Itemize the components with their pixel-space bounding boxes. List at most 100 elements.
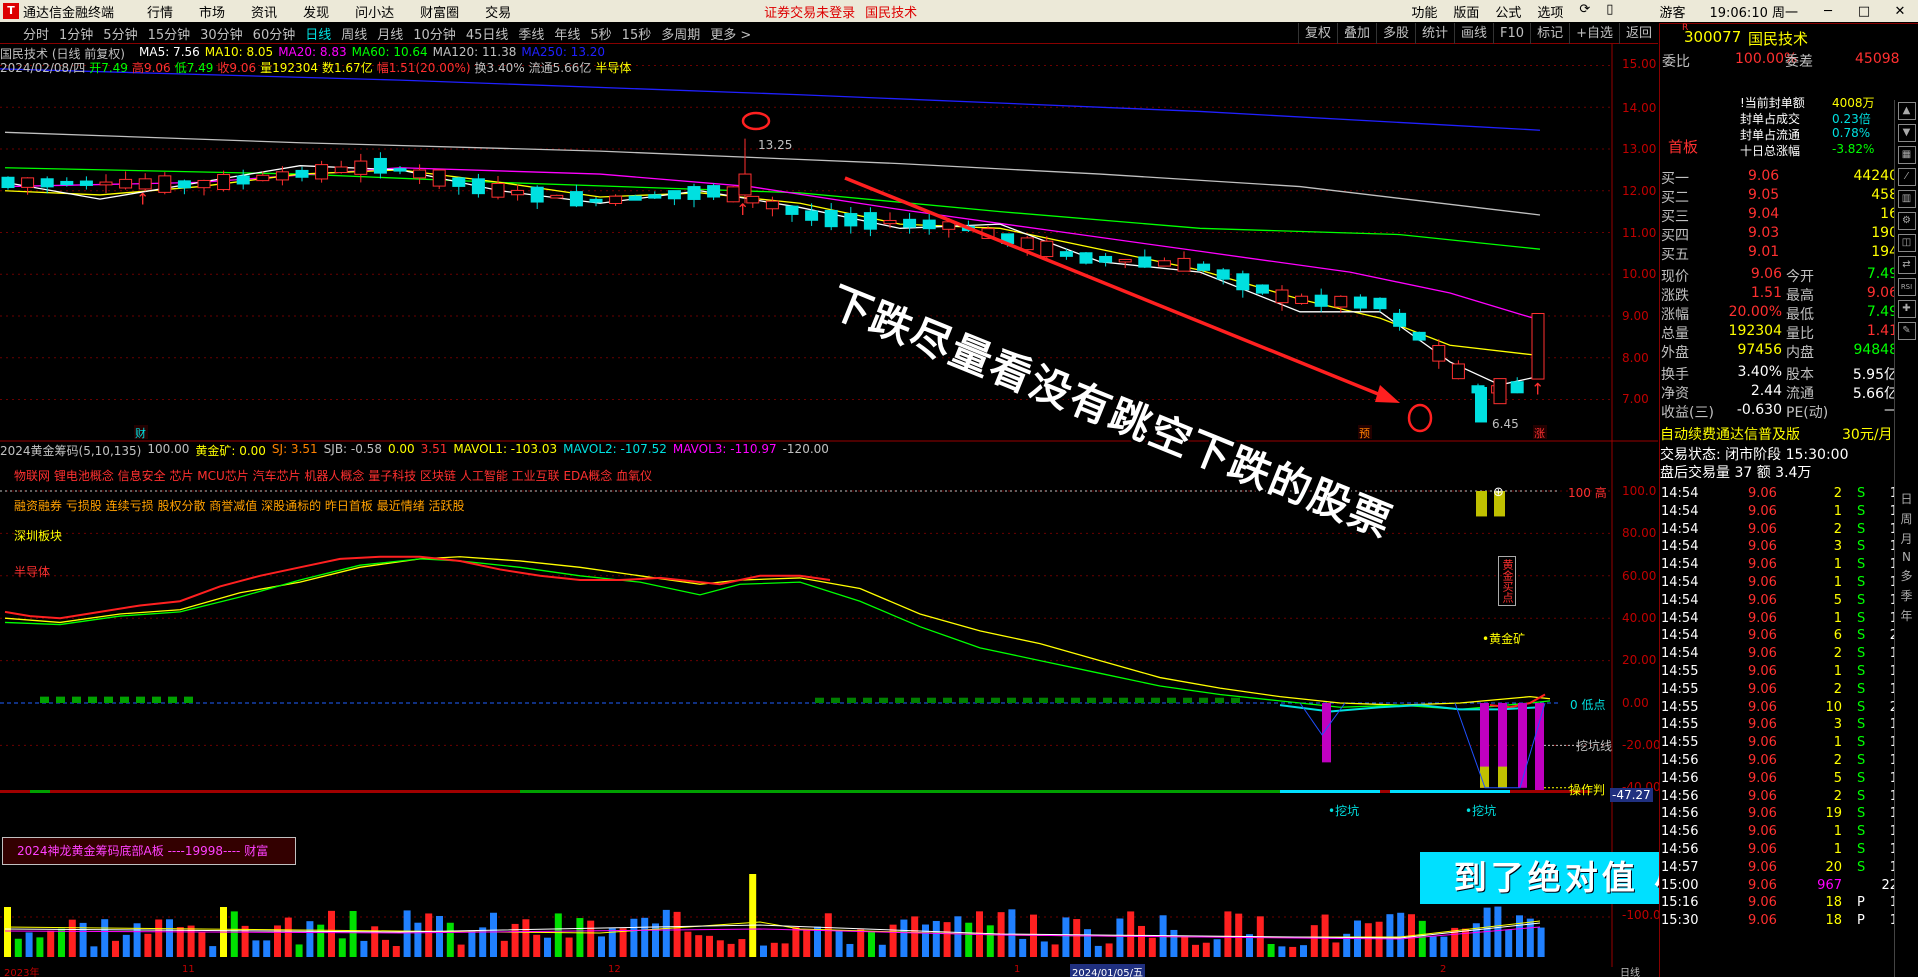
ad-row[interactable]: 自动续费通达信普及版 30元/月 <box>1660 424 1900 443</box>
region-plate[interactable]: 深圳板块 <box>14 527 62 544</box>
nav-down-icon[interactable]: ▼ <box>1897 124 1916 142</box>
concept-plates[interactable]: 物联网 锂电池概念 信息安全 芯片 MCU芯片 汽车芯片 机器人概念 量子科技 … <box>14 467 652 484</box>
x-tick: 11 <box>182 964 195 975</box>
menu-item-discover[interactable]: 发现 <box>290 2 342 21</box>
period-tab[interactable]: 30分钟 <box>195 24 248 43</box>
tick-time: 14:55 <box>1661 664 1699 679</box>
period-tab[interactable]: 5秒 <box>585 24 616 43</box>
period-tab[interactable]: 5分钟 <box>98 24 142 43</box>
f10-button[interactable]: F10 <box>1493 23 1530 44</box>
draw-line-button[interactable]: 画线 <box>1454 23 1493 44</box>
concept-plates-2[interactable]: 融资融券 亏损股 连续亏损 股权分散 商誉减值 深股通标的 昨日首板 最近情绪 … <box>14 497 465 514</box>
tick-vol: 2 <box>1833 521 1842 537</box>
indicator-tick: -20.00 <box>1622 738 1661 752</box>
tick-row: 15:169.0618P1 <box>1660 895 1900 913</box>
menu-layout[interactable]: 版面 <box>1445 2 1487 21</box>
phone-icon[interactable]: ▯ <box>1598 2 1621 21</box>
period-tab[interactable]: 60分钟 <box>248 24 301 43</box>
bid-row[interactable]: 买三 9.04 16 <box>1660 206 1900 225</box>
grid-icon[interactable]: ▦ <box>1897 146 1916 164</box>
menu-item-market[interactable]: 市场 <box>186 2 238 21</box>
back-button[interactable]: 返回 <box>1618 23 1658 44</box>
industry-plate[interactable]: 半导体 <box>14 563 50 580</box>
menu-item-news[interactable]: 资讯 <box>238 2 290 21</box>
rsi-icon[interactable]: RSI <box>1897 278 1916 296</box>
menu-item-trade[interactable]: 交易 <box>472 2 524 21</box>
zoom-icon[interactable]: ✚ <box>1897 300 1916 318</box>
tick-vol: 3 <box>1833 539 1842 555</box>
ind-bar <box>1087 697 1096 703</box>
multi-stock-button[interactable]: 多股 <box>1375 23 1415 44</box>
volume-bar <box>576 918 584 957</box>
sidebar-period-n[interactable]: N <box>1895 550 1918 564</box>
refresh-icon[interactable]: ⟳ <box>1571 2 1598 21</box>
candle <box>1334 295 1348 308</box>
menu-item-quote[interactable]: 行情 <box>134 2 186 21</box>
pen-icon[interactable]: ✎ <box>1897 322 1916 340</box>
period-tab[interactable]: 季线 <box>513 24 549 43</box>
period-tab[interactable]: 分时 <box>18 24 54 43</box>
period-tab[interactable]: 1分钟 <box>54 24 98 43</box>
menu-formula[interactable]: 公式 <box>1487 2 1529 21</box>
period-tab[interactable]: 10分钟 <box>408 24 461 43</box>
maximize-icon[interactable]: □ <box>1846 4 1882 19</box>
bid-row[interactable]: 买四 9.03 190 <box>1660 225 1900 244</box>
menu-function[interactable]: 功能 <box>1403 2 1445 21</box>
ind-bar <box>1215 697 1224 703</box>
stats-button[interactable]: 统计 <box>1415 23 1454 44</box>
more-periods-button[interactable]: 更多 > <box>705 24 756 43</box>
bar-icon[interactable]: ▥ <box>1897 190 1916 208</box>
user-label[interactable]: 游客 <box>1651 2 1693 21</box>
menu-options[interactable]: 选项 <box>1529 2 1571 21</box>
formula-badge[interactable]: 2024神龙黄金筹码底部A板 ----19998---- 财富 <box>2 837 296 865</box>
close-icon[interactable]: ✕ <box>1882 4 1918 19</box>
add-watchlist-button[interactable]: +自选 <box>1569 23 1619 44</box>
event-marker-cai[interactable]: 财 <box>135 426 146 440</box>
info2-item: 幅1.51(20.00%) <box>376 61 471 75</box>
sidebar-period-year[interactable]: 年 <box>1895 607 1918 624</box>
candle <box>236 175 250 185</box>
bid-row[interactable]: 买一 9.06 44240 <box>1660 168 1900 187</box>
period-tab[interactable]: 15分钟 <box>143 24 196 43</box>
overlay-button[interactable]: 叠加 <box>1336 23 1376 44</box>
sidebar-period-week[interactable]: 周 <box>1895 510 1918 527</box>
op-label: 操作判 <box>1569 783 1606 797</box>
compare-icon[interactable]: ⇄ <box>1897 256 1916 274</box>
sidebar-period-quarter[interactable]: 季 <box>1895 587 1918 604</box>
ad-price[interactable]: 30元/月 <box>1842 424 1893 444</box>
quote-key2: 最高 <box>1786 288 1814 304</box>
volume-bar <box>1094 945 1102 957</box>
chart-icon[interactable]: ◫ <box>1897 234 1916 252</box>
bid-row[interactable]: 买二 9.05 458 <box>1660 187 1900 206</box>
line-icon[interactable]: ⁄ <box>1897 168 1916 186</box>
minimize-icon[interactable]: ─ <box>1810 4 1846 19</box>
ad-text[interactable]: 自动续费通达信普及版 <box>1660 424 1800 444</box>
event-marker-zhang[interactable]: 涨 <box>1534 427 1545 440</box>
sidebar-period-day[interactable]: 日 <box>1895 490 1918 507</box>
event-marker-yu[interactable]: 预 <box>1359 427 1370 440</box>
menu-item-ask[interactable]: 问小达 <box>342 2 407 21</box>
bid-row[interactable]: 买五 9.01 194 <box>1660 244 1900 263</box>
period-tab[interactable]: 45日线 <box>461 24 514 43</box>
period-tab[interactable]: 15秒 <box>617 24 657 43</box>
login-warning[interactable]: 证券交易未登录 <box>764 2 855 21</box>
bid-key: 买二 <box>1661 190 1689 206</box>
sidebar-period-multi[interactable]: 多 <box>1895 567 1918 584</box>
period-tab[interactable]: 月线 <box>372 24 408 43</box>
period-tab-active[interactable]: 日线 <box>300 24 336 43</box>
golden-mine-marker: •黄金矿 <box>1482 632 1526 646</box>
period-tab[interactable]: 周线 <box>336 24 372 43</box>
tick-side: S <box>1857 592 1866 608</box>
period-tab[interactable]: 多周期 <box>656 24 705 43</box>
fuquan-button[interactable]: 复权 <box>1297 23 1337 44</box>
tick-side: S <box>1857 646 1866 662</box>
tick-price: 9.06 <box>1748 592 1777 608</box>
nav-up-icon[interactable]: ▲ <box>1897 102 1916 120</box>
menu-item-wealth[interactable]: 财富圈 <box>407 2 472 21</box>
mark-button[interactable]: 标记 <box>1530 23 1569 44</box>
ind-bar <box>1119 697 1128 703</box>
period-tab[interactable]: 年线 <box>549 24 585 43</box>
tool-icon[interactable]: ⚙ <box>1897 212 1916 230</box>
sidebar-period-month[interactable]: 月 <box>1895 530 1918 547</box>
volume-bar <box>749 874 757 957</box>
